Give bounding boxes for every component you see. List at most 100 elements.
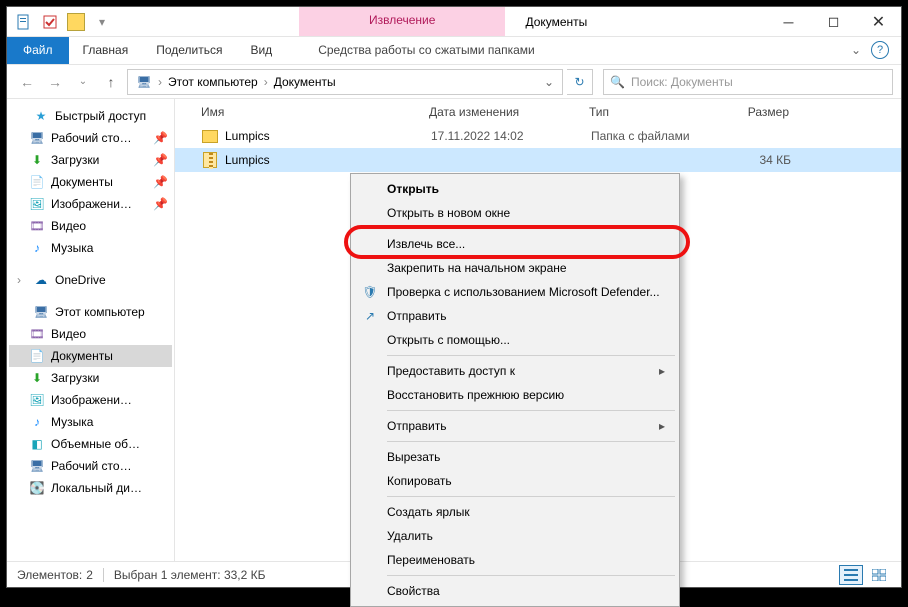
video-icon: 🎞 — [29, 218, 45, 234]
status-items-label: Элементов: — [17, 568, 82, 582]
sidebar-pc-video[interactable]: 🎞Видео — [9, 323, 172, 345]
explorer-window: ▾ Извлечение Документы ─ ◻ ✕ Файл Главна… — [6, 6, 902, 588]
column-headers[interactable]: Имя Дата изменения Тип Размер — [175, 99, 901, 124]
col-date: Дата изменения — [429, 105, 589, 119]
close-button[interactable]: ✕ — [856, 7, 901, 36]
file-row-folder[interactable]: Lumpics 17.11.2022 14:02 Папка с файлами — [175, 124, 901, 148]
document-icon: 📄 — [29, 174, 45, 190]
recent-dropdown[interactable]: ⌄ — [71, 70, 95, 94]
folder-icon — [65, 11, 87, 33]
tab-home[interactable]: Главная — [69, 37, 143, 64]
navigation-pane: ★Быстрый доступ 🖥Рабочий сто…📌 ⬇Загрузки… — [7, 99, 175, 561]
sidebar-pc-music[interactable]: ♪Музыка — [9, 411, 172, 433]
chevron-right-icon: ▸ — [659, 364, 665, 378]
col-name: Имя — [201, 105, 429, 119]
sidebar-pc-desktop[interactable]: 🖥Рабочий сто… — [9, 455, 172, 477]
refresh-button[interactable]: ↻ — [567, 69, 593, 95]
pc-icon: 🖥 — [136, 74, 152, 90]
tab-file[interactable]: Файл — [7, 37, 69, 64]
separator — [387, 228, 675, 229]
forward-button[interactable]: → — [43, 70, 67, 94]
status-selection: Выбран 1 элемент: 33,2 КБ — [114, 568, 266, 582]
window-controls: ─ ◻ ✕ — [766, 7, 901, 36]
search-icon: 🔍 — [610, 75, 625, 89]
sidebar-pc-disk[interactable]: 💽Локальный ди… — [9, 477, 172, 499]
cloud-icon: ☁ — [33, 272, 49, 288]
help-icon[interactable]: ? — [871, 41, 889, 59]
music-icon: ♪ — [29, 414, 45, 430]
ctx-extract-all[interactable]: Извлечь все... — [353, 232, 677, 256]
status-items-count: 2 — [86, 568, 93, 582]
ctx-defender[interactable]: 🛡Проверка с использованием Microsoft Def… — [353, 280, 677, 304]
sidebar-pc-downloads[interactable]: ⬇Загрузки — [9, 367, 172, 389]
pin-icon: 📌 — [153, 197, 168, 211]
sidebar-documents[interactable]: 📄Документы📌 — [9, 171, 172, 193]
ctx-pin-start[interactable]: Закрепить на начальном экране — [353, 256, 677, 280]
sidebar-this-pc[interactable]: 🖥Этот компьютер — [9, 301, 172, 323]
sidebar-desktop[interactable]: 🖥Рабочий сто…📌 — [9, 127, 172, 149]
pin-icon: 📌 — [153, 153, 168, 167]
pin-icon: 📌 — [153, 131, 168, 145]
star-icon: ★ — [33, 108, 49, 124]
folder-icon — [201, 127, 219, 145]
shield-icon: 🛡 — [361, 285, 379, 299]
tab-compressed-tools[interactable]: Средства работы со сжатыми папками — [304, 37, 549, 64]
tab-view[interactable]: Вид — [236, 37, 286, 64]
ctx-delete[interactable]: Удалить — [353, 524, 677, 548]
disk-icon: 💽 — [29, 480, 45, 496]
minimize-button[interactable]: ─ — [766, 7, 811, 36]
ctx-rename[interactable]: Переименовать — [353, 548, 677, 572]
address-dropdown[interactable]: ⌄ — [538, 75, 560, 89]
ctx-give-access[interactable]: Предоставить доступ к▸ — [353, 359, 677, 383]
ctx-shortcut[interactable]: Создать ярлык — [353, 500, 677, 524]
sidebar-images[interactable]: 🖼Изображени…📌 — [9, 193, 172, 215]
view-icons-button[interactable] — [867, 565, 891, 585]
up-button[interactable]: ↑ — [99, 70, 123, 94]
ctx-copy[interactable]: Копировать — [353, 469, 677, 493]
breadcrumb[interactable]: 🖥 › Этот компьютер › Документы ⌄ — [127, 69, 563, 95]
search-input[interactable]: 🔍 Поиск: Документы — [603, 69, 893, 95]
download-icon: ⬇ — [29, 370, 45, 386]
sidebar-downloads[interactable]: ⬇Загрузки📌 — [9, 149, 172, 171]
crumb-documents[interactable]: Документы — [268, 75, 342, 89]
checkbox-icon[interactable] — [39, 11, 61, 33]
context-menu: Открыть Открыть в новом окне Извлечь все… — [350, 173, 680, 607]
ctx-send[interactable]: ↗Отправить — [353, 304, 677, 328]
separator — [387, 410, 675, 411]
file-icon — [13, 11, 35, 33]
qat-dropdown[interactable]: ▾ — [91, 11, 113, 33]
view-details-button[interactable] — [839, 565, 863, 585]
ribbon-collapse-icon[interactable]: ⌄ — [851, 43, 861, 57]
ctx-open-with[interactable]: Открыть с помощью... — [353, 328, 677, 352]
separator — [387, 575, 675, 576]
back-button[interactable]: ← — [15, 70, 39, 94]
ctx-send-to[interactable]: Отправить▸ — [353, 414, 677, 438]
ctx-open-new[interactable]: Открыть в новом окне — [353, 201, 677, 225]
crumb-this-pc[interactable]: Этот компьютер — [162, 75, 264, 89]
ctx-cut[interactable]: Вырезать — [353, 445, 677, 469]
ctx-properties[interactable]: Свойства — [353, 579, 677, 603]
image-icon: 🖼 — [29, 196, 45, 212]
chevron-right-icon: ▸ — [659, 419, 665, 433]
sidebar-pc-3d[interactable]: ◧Объемные об… — [9, 433, 172, 455]
contextual-tab-label: Извлечение — [299, 7, 505, 36]
download-icon: ⬇ — [29, 152, 45, 168]
share-icon: ↗ — [361, 309, 379, 323]
separator — [387, 496, 675, 497]
file-row-zip[interactable]: Lumpics 34 КБ — [175, 148, 901, 172]
music-icon: ♪ — [29, 240, 45, 256]
sidebar-pc-images[interactable]: 🖼Изображени… — [9, 389, 172, 411]
sidebar-quick-access[interactable]: ★Быстрый доступ — [9, 105, 172, 127]
sidebar-music[interactable]: ♪Музыка — [9, 237, 172, 259]
sidebar-onedrive[interactable]: ›☁OneDrive — [9, 269, 172, 291]
quick-access-toolbar: ▾ — [7, 7, 119, 36]
sidebar-video[interactable]: 🎞Видео — [9, 215, 172, 237]
pc-icon: 🖥 — [33, 304, 49, 320]
maximize-button[interactable]: ◻ — [811, 7, 856, 36]
ctx-restore[interactable]: Восстановить прежнюю версию — [353, 383, 677, 407]
zip-icon — [201, 151, 219, 169]
tab-share[interactable]: Поделиться — [142, 37, 236, 64]
separator — [103, 568, 104, 582]
sidebar-pc-documents[interactable]: 📄Документы — [9, 345, 172, 367]
ctx-open[interactable]: Открыть — [353, 177, 677, 201]
